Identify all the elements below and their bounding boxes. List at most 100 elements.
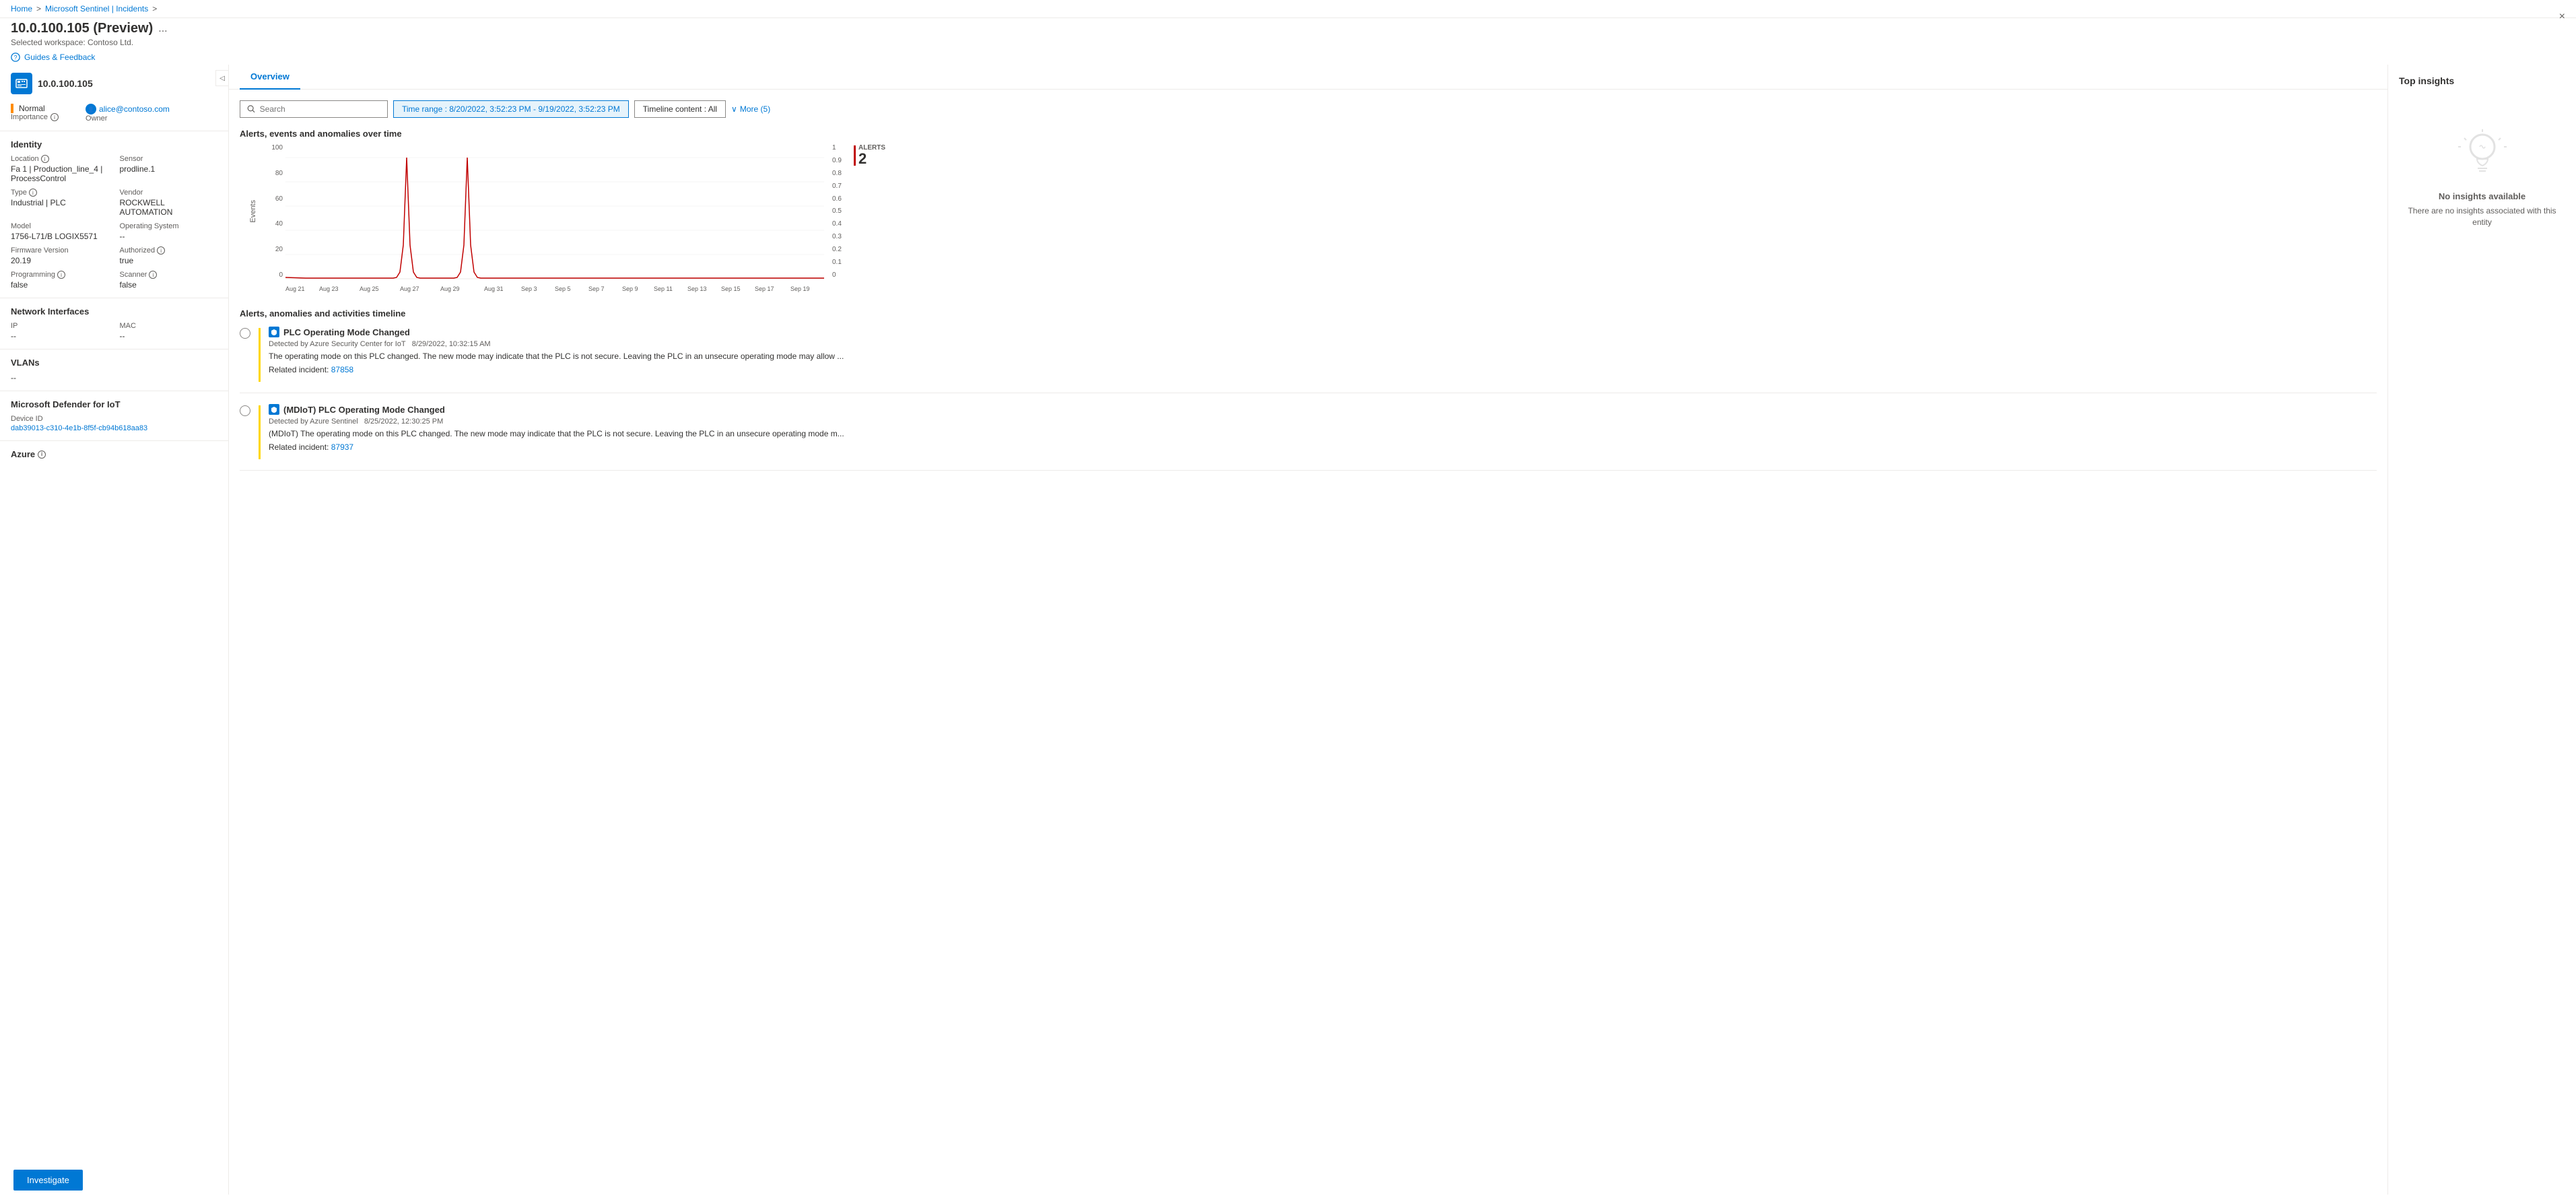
more-options-icon[interactable]: ... <box>158 23 167 35</box>
ip-label: IP <box>11 322 109 330</box>
tab-overview[interactable]: Overview <box>240 65 300 90</box>
vlans-value: -- <box>11 373 217 382</box>
svg-text:Sep 9: Sep 9 <box>622 286 638 292</box>
left-panel: ◁ 10.0.100.105 Normal <box>0 65 229 1195</box>
search-box <box>240 100 388 118</box>
importance-info-icon[interactable]: i <box>50 113 59 121</box>
type-value: Industrial | PLC <box>11 198 109 207</box>
device-id-value[interactable]: dab39013-c310-4e1b-8f5f-cb94b618aa83 <box>11 424 217 432</box>
defender-section: Microsoft Defender for IoT Device ID dab… <box>0 394 228 438</box>
importance-bar <box>11 104 13 113</box>
y-right-1: 1 <box>832 144 846 152</box>
vlans-section-title: VLANs <box>11 358 217 368</box>
y-tick-0: 0 <box>269 271 283 279</box>
svg-text:Sep 11: Sep 11 <box>654 286 673 292</box>
svg-text:?: ? <box>14 55 18 61</box>
y-right-0.9: 0.9 <box>832 157 846 164</box>
svg-text:Aug 23: Aug 23 <box>319 286 339 292</box>
os-field: Operating System -- <box>120 222 218 241</box>
breadcrumb: Home > Microsoft Sentinel | Incidents > <box>11 4 157 13</box>
tab-bar: Overview <box>229 65 2387 90</box>
svg-text:Aug 31: Aug 31 <box>484 286 504 292</box>
chevron-down-icon: ∨ <box>731 104 737 114</box>
device-id-field: Device ID dab39013-c310-4e1b-8f5f-cb94b6… <box>11 415 217 432</box>
ip-value: -- <box>11 331 109 341</box>
alerts-bar-indicator <box>854 145 856 166</box>
timeline-bar-2 <box>259 405 261 459</box>
programming-field: Programming i false <box>11 271 109 290</box>
investigate-button[interactable]: Investigate <box>13 1170 83 1191</box>
alert-title-2: (MDIoT) PLC Operating Mode Changed <box>283 405 445 415</box>
model-label: Model <box>11 222 109 230</box>
timeline-section: Alerts, anomalies and activities timelin… <box>240 308 2377 471</box>
breadcrumb-sentinel[interactable]: Microsoft Sentinel | Incidents <box>45 4 148 13</box>
os-value: -- <box>120 232 218 241</box>
collapse-panel-button[interactable]: ◁ <box>215 70 229 86</box>
right-panel: Overview Time range : 8/20/2022, 3:52:23… <box>229 65 2576 1195</box>
azure-info-icon[interactable]: i <box>38 450 46 459</box>
timeline-bar-1 <box>259 328 261 382</box>
programming-value: false <box>11 280 109 290</box>
svg-text:Sep 15: Sep 15 <box>721 286 741 292</box>
alert-desc-2: (MDIoT) The operating mode on this PLC c… <box>269 428 2377 440</box>
guides-icon: ? <box>11 53 20 62</box>
type-field: Type i Industrial | PLC <box>11 189 109 217</box>
more-filters-button[interactable]: ∨ More (5) <box>731 104 770 114</box>
incident-link-2[interactable]: 87937 <box>331 442 353 452</box>
owner-avatar: 👤 <box>86 104 96 114</box>
y-tick-20: 20 <box>269 246 283 253</box>
svg-text:Aug 21: Aug 21 <box>285 286 305 292</box>
bulb-icon <box>2455 127 2509 180</box>
firmware-field: Firmware Version 20.19 <box>11 246 109 265</box>
timeline-title: Alerts, anomalies and activities timelin… <box>240 308 2377 319</box>
owner-status: 👤 alice@contoso.com Owner <box>86 102 170 123</box>
timeline-radio-2[interactable] <box>240 405 250 416</box>
svg-text:Aug 27: Aug 27 <box>400 286 419 292</box>
timeline-radio-1[interactable] <box>240 328 250 339</box>
device-header: 10.0.100.105 <box>0 65 228 100</box>
identity-section: Identity Location i Fa 1 | Production_li… <box>0 134 228 295</box>
y-right-0.8: 0.8 <box>832 170 846 177</box>
device-name: 10.0.100.105 <box>38 78 93 89</box>
location-label: Location i <box>11 155 109 163</box>
alert-desc-1: The operating mode on this PLC changed. … <box>269 351 2377 362</box>
timeline-content-filter[interactable]: Timeline content : All <box>634 100 726 118</box>
chart-title: Alerts, events and anomalies over time <box>240 129 2377 139</box>
breadcrumb-home[interactable]: Home <box>11 4 32 13</box>
programming-label: Programming i <box>11 271 109 279</box>
importance-status: Normal Importance i <box>11 102 59 123</box>
location-info-icon[interactable]: i <box>41 155 49 163</box>
time-range-filter[interactable]: Time range : 8/20/2022, 3:52:23 PM - 9/1… <box>393 100 629 118</box>
y-tick-60: 60 <box>269 195 283 203</box>
y-right-0: 0 <box>832 271 846 279</box>
search-input[interactable] <box>260 104 380 114</box>
azure-section: Azure i <box>0 444 228 470</box>
importance-value: Normal <box>19 104 45 113</box>
owner-value: alice@contoso.com <box>99 104 170 114</box>
mac-field: MAC -- <box>120 322 218 341</box>
type-info-icon[interactable]: i <box>29 189 37 197</box>
sensor-value: prodline.1 <box>120 164 218 174</box>
os-label: Operating System <box>120 222 218 230</box>
timeline-content-1: PLC Operating Mode Changed Detected by A… <box>269 327 2377 374</box>
guides-feedback-link[interactable]: ? Guides & Feedback <box>0 50 2576 65</box>
no-insights-title: No insights available <box>2439 191 2526 201</box>
svg-text:Sep 3: Sep 3 <box>521 286 537 292</box>
y-tick-40: 40 <box>269 220 283 228</box>
alert-incident-2: Related incident: 87937 <box>269 442 2377 452</box>
scanner-value: false <box>120 280 218 290</box>
network-section-title: Network Interfaces <box>11 306 217 316</box>
y-right-0.4: 0.4 <box>832 220 846 228</box>
authorized-value: true <box>120 256 218 265</box>
vendor-field: Vendor ROCKWELL AUTOMATION <box>120 189 218 217</box>
plc-device-icon <box>15 77 28 90</box>
mac-value: -- <box>120 331 218 341</box>
close-button[interactable]: × <box>2559 11 2565 23</box>
scanner-info-icon[interactable]: i <box>149 271 157 279</box>
programming-info-icon[interactable]: i <box>57 271 65 279</box>
authorized-info-icon[interactable]: i <box>157 246 165 255</box>
vendor-value: ROCKWELL AUTOMATION <box>120 198 218 217</box>
incident-link-1[interactable]: 87858 <box>331 365 353 374</box>
svg-text:Sep 13: Sep 13 <box>687 286 707 292</box>
timeline-content-2: (MDIoT) PLC Operating Mode Changed Detec… <box>269 404 2377 452</box>
